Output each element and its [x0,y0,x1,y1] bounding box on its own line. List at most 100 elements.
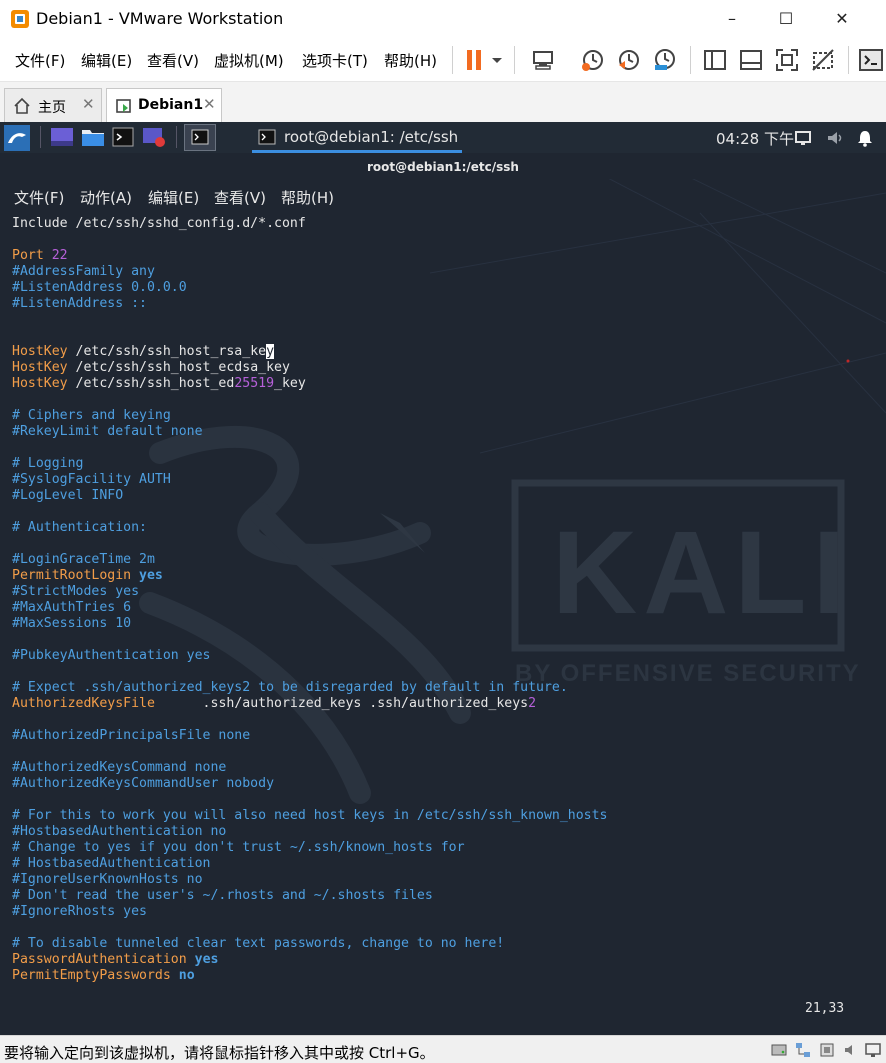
config-line: #AddressFamily any [12,264,607,280]
config-line: AuthorizedKeysFile .ssh/authorized_keys … [12,696,607,712]
config-line: # Authentication: [12,520,607,536]
toolbar-divider [848,46,849,74]
kali-menu-icon[interactable] [4,125,30,151]
panel-clock[interactable]: 04:28 下午 [716,128,794,149]
chevron-down-icon[interactable] [488,47,506,73]
tab-home-close-icon[interactable]: ✕ [82,95,95,113]
config-token: HostKey [12,376,68,391]
pause-icon[interactable] [462,47,488,73]
terminal-menu-file[interactable]: 文件(F) [14,187,64,208]
config-token: #MaxAuthTries 6 [12,600,132,615]
display-icon[interactable] [794,130,812,146]
config-token: PasswordAuthentication [12,952,187,967]
home-icon [14,97,30,114]
config-line: PermitRootLogin yes [12,568,607,584]
menu-edit[interactable]: 编辑(E) [81,50,132,71]
network-adapter-icon[interactable] [794,1041,812,1059]
terminal-titlebar: root@debian1:/etc/ssh [0,153,886,179]
toolbar-divider [514,46,515,74]
volume-icon[interactable] [826,129,844,147]
terminal-menu-view[interactable]: 查看(V) [214,187,266,208]
panel-divider [176,126,177,148]
sound-card-icon[interactable] [842,1041,860,1059]
tab-home[interactable]: 主页 ✕ [4,88,102,122]
config-token: # HostbasedAuthentication [12,856,211,871]
tab-debian1[interactable]: Debian1 ✕ [106,88,222,122]
workspace-button[interactable] [184,124,216,151]
vmware-logo-icon [11,10,29,28]
menu-view[interactable]: 查看(V) [147,50,199,71]
editor-content[interactable]: Include /etc/ssh/sshd_config.d/*.conf Po… [12,216,607,984]
config-line: #SyslogFacility AUTH [12,472,607,488]
panel-divider [40,126,41,148]
config-token: #PubkeyAuthentication yes [12,648,211,663]
tab-debian1-close-icon[interactable]: ✕ [203,95,216,113]
send-ctrl-alt-del-icon[interactable] [530,47,556,73]
notification-bell-icon[interactable] [856,129,874,147]
terminal-menu-edit[interactable]: 编辑(E) [148,187,199,208]
config-token: # For this to work you will also need ho… [12,808,608,823]
config-token: /etc/ssh/ssh_host_ecdsa_key [67,360,290,375]
unity-mode-icon[interactable] [810,47,836,73]
menu-tabs[interactable]: 选项卡(T) [302,50,368,71]
cursor-position: 21,33 [805,1001,845,1016]
snapshot-manager-icon[interactable] [652,47,678,73]
taskbar-window-title[interactable]: root@debian1: /etc/ssh [284,128,458,146]
maximize-button[interactable]: ☐ [772,6,800,32]
config-token: #AuthorizedKeysCommand none [12,760,227,775]
config-token: #ListenAddress :: [12,296,147,311]
menu-help[interactable]: 帮助(H) [384,50,437,71]
thumbnail-bar-icon[interactable] [738,47,764,73]
config-line: HostKey /etc/ssh/ssh_host_ed25519_key [12,376,607,392]
config-line: #MaxAuthTries 6 [12,600,607,616]
fullscreen-icon[interactable] [774,47,800,73]
task-terminal-icon [258,129,276,145]
close-button[interactable]: ✕ [828,6,856,32]
terminal-launcher-icon[interactable] [112,127,134,147]
config-line: #AuthorizedKeysCommand none [12,760,607,776]
menu-file[interactable]: 文件(F) [15,50,65,71]
display-device-icon[interactable] [864,1041,882,1059]
status-bar: 要将输入定向到该虚拟机，请将鼠标指针移入其中或按 Ctrl+G。 [0,1035,886,1063]
terminal-window[interactable]: KALI BY OFFENSIVE SECURITY root@debian1:… [0,153,886,1035]
console-view-icon[interactable] [858,47,884,73]
minimize-button[interactable]: – [718,6,746,32]
config-line: #AuthorizedKeysCommandUser nobody [12,776,607,792]
config-token: /etc/ssh/ssh_host_ed [67,376,235,391]
config-token: 22 [51,248,68,263]
snapshot-icon[interactable] [580,47,606,73]
config-token: #RekeyLimit default none [12,424,203,439]
config-line: #IgnoreUserKnownHosts no [12,872,607,888]
show-desktop-icon[interactable] [50,127,74,147]
config-line: #MaxSessions 10 [12,616,607,632]
config-token: HostKey [12,344,68,359]
screen-recorder-icon[interactable] [142,126,166,148]
config-line: #HostbasedAuthentication no [12,824,607,840]
hard-disk-icon[interactable] [770,1041,788,1059]
terminal-menu-help[interactable]: 帮助(H) [281,187,334,208]
config-token: HostKey [12,360,68,375]
config-token [187,952,195,967]
config-token [131,568,139,583]
usb-device-icon[interactable] [818,1041,836,1059]
menu-vm[interactable]: 虚拟机(M) [214,50,284,71]
terminal-menu-action[interactable]: 动作(A) [80,187,132,208]
toolbar-divider [690,46,691,74]
config-line: # Ciphers and keying [12,408,607,424]
revert-snapshot-icon[interactable] [616,47,642,73]
config-token: PermitRootLogin [12,568,132,583]
config-line: #PubkeyAuthentication yes [12,648,607,664]
file-manager-icon[interactable] [81,126,105,148]
menu-toolbar: 文件(F) 编辑(E) 查看(V) 虚拟机(M) 选项卡(T) 帮助(H) [0,38,886,82]
sidebar-toggle-icon[interactable] [702,47,728,73]
config-token: #HostbasedAuthentication no [12,824,227,839]
config-token: #StrictModes yes [12,584,140,599]
status-text: 要将输入定向到该虚拟机，请将鼠标指针移入其中或按 Ctrl+G。 [4,1044,435,1062]
config-token: 2 [528,696,537,711]
